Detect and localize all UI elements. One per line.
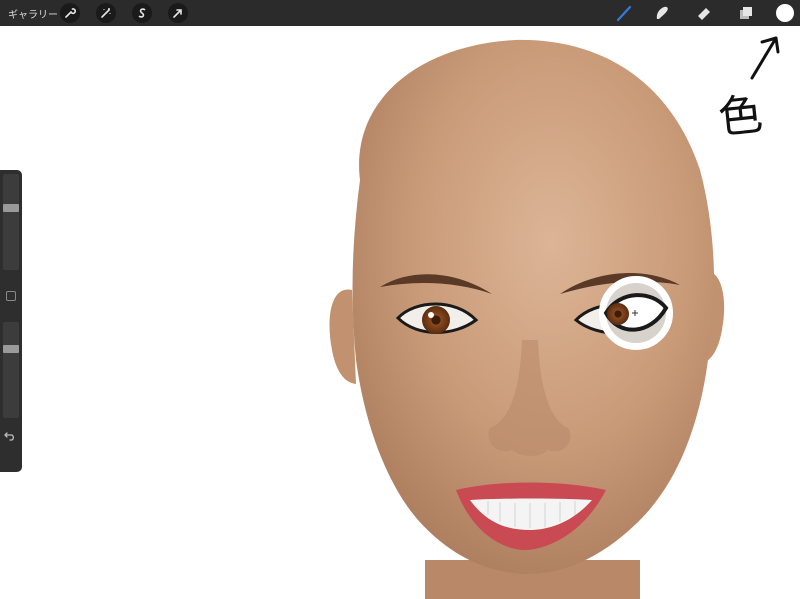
selection-icon[interactable]: [132, 3, 152, 23]
magic-wand-icon[interactable]: [96, 3, 116, 23]
arrow-up-right-icon: [750, 36, 780, 80]
color-picker-loupe[interactable]: [599, 276, 673, 350]
eraser-icon[interactable]: [694, 4, 714, 22]
layers-icon[interactable]: [736, 4, 756, 22]
color-circle-icon[interactable]: [776, 4, 794, 22]
transform-arrow-icon[interactable]: [168, 3, 188, 23]
gallery-button[interactable]: ギャラリー: [8, 6, 58, 21]
top-toolbar: ギャラリー: [0, 0, 800, 26]
wrench-icon[interactable]: [60, 3, 80, 23]
brush-icon[interactable]: [614, 4, 634, 22]
annotation-color-label: 色: [715, 88, 766, 145]
drawing-canvas[interactable]: [0, 26, 800, 599]
smudge-icon[interactable]: [652, 4, 672, 22]
